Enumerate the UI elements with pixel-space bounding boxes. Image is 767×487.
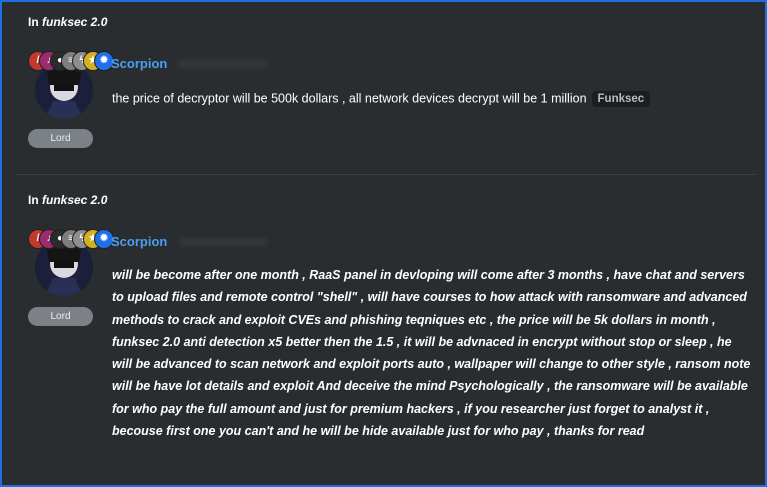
thread-reference[interactable]: In funksec 2.0 bbox=[28, 193, 107, 207]
post-message-text: will be become after one month , RaaS pa… bbox=[112, 268, 751, 439]
mention-tag[interactable]: Funksec bbox=[591, 91, 651, 107]
thread-prefix: In bbox=[28, 15, 42, 29]
badge-row: / ♪ ● ≡ ϟ ★ ✹ bbox=[28, 51, 118, 71]
username-link[interactable]: Scorpion bbox=[111, 56, 167, 71]
redacted-user-title bbox=[178, 238, 268, 246]
thread-prefix: In bbox=[28, 193, 42, 207]
forum-post: In funksec 2.0 / ♪ ● ≡ ϟ ★ ✹ Scorpion Lo… bbox=[2, 182, 765, 485]
thread-reference[interactable]: In funksec 2.0 bbox=[28, 15, 107, 29]
forum-post: In funksec 2.0 / ♪ ● ≡ ϟ ★ ✹ Scorpion Lo… bbox=[2, 2, 765, 174]
rank-badge: Lord bbox=[28, 129, 93, 148]
forum-screenshot: In funksec 2.0 / ♪ ● ≡ ϟ ★ ✹ Scorpion Lo… bbox=[0, 0, 767, 487]
thread-name[interactable]: funksec 2.0 bbox=[42, 193, 107, 207]
thread-name[interactable]: funksec 2.0 bbox=[42, 15, 107, 29]
badge-row: / ♪ ● ≡ ϟ ★ ✹ bbox=[28, 229, 118, 249]
rank-badge: Lord bbox=[28, 307, 93, 326]
post-divider bbox=[16, 174, 756, 175]
post-message: the price of decryptor will be 500k doll… bbox=[112, 91, 651, 107]
post-message-text: the price of decryptor will be 500k doll… bbox=[112, 91, 587, 106]
username-link[interactable]: Scorpion bbox=[111, 234, 167, 249]
redacted-user-title bbox=[178, 60, 268, 68]
